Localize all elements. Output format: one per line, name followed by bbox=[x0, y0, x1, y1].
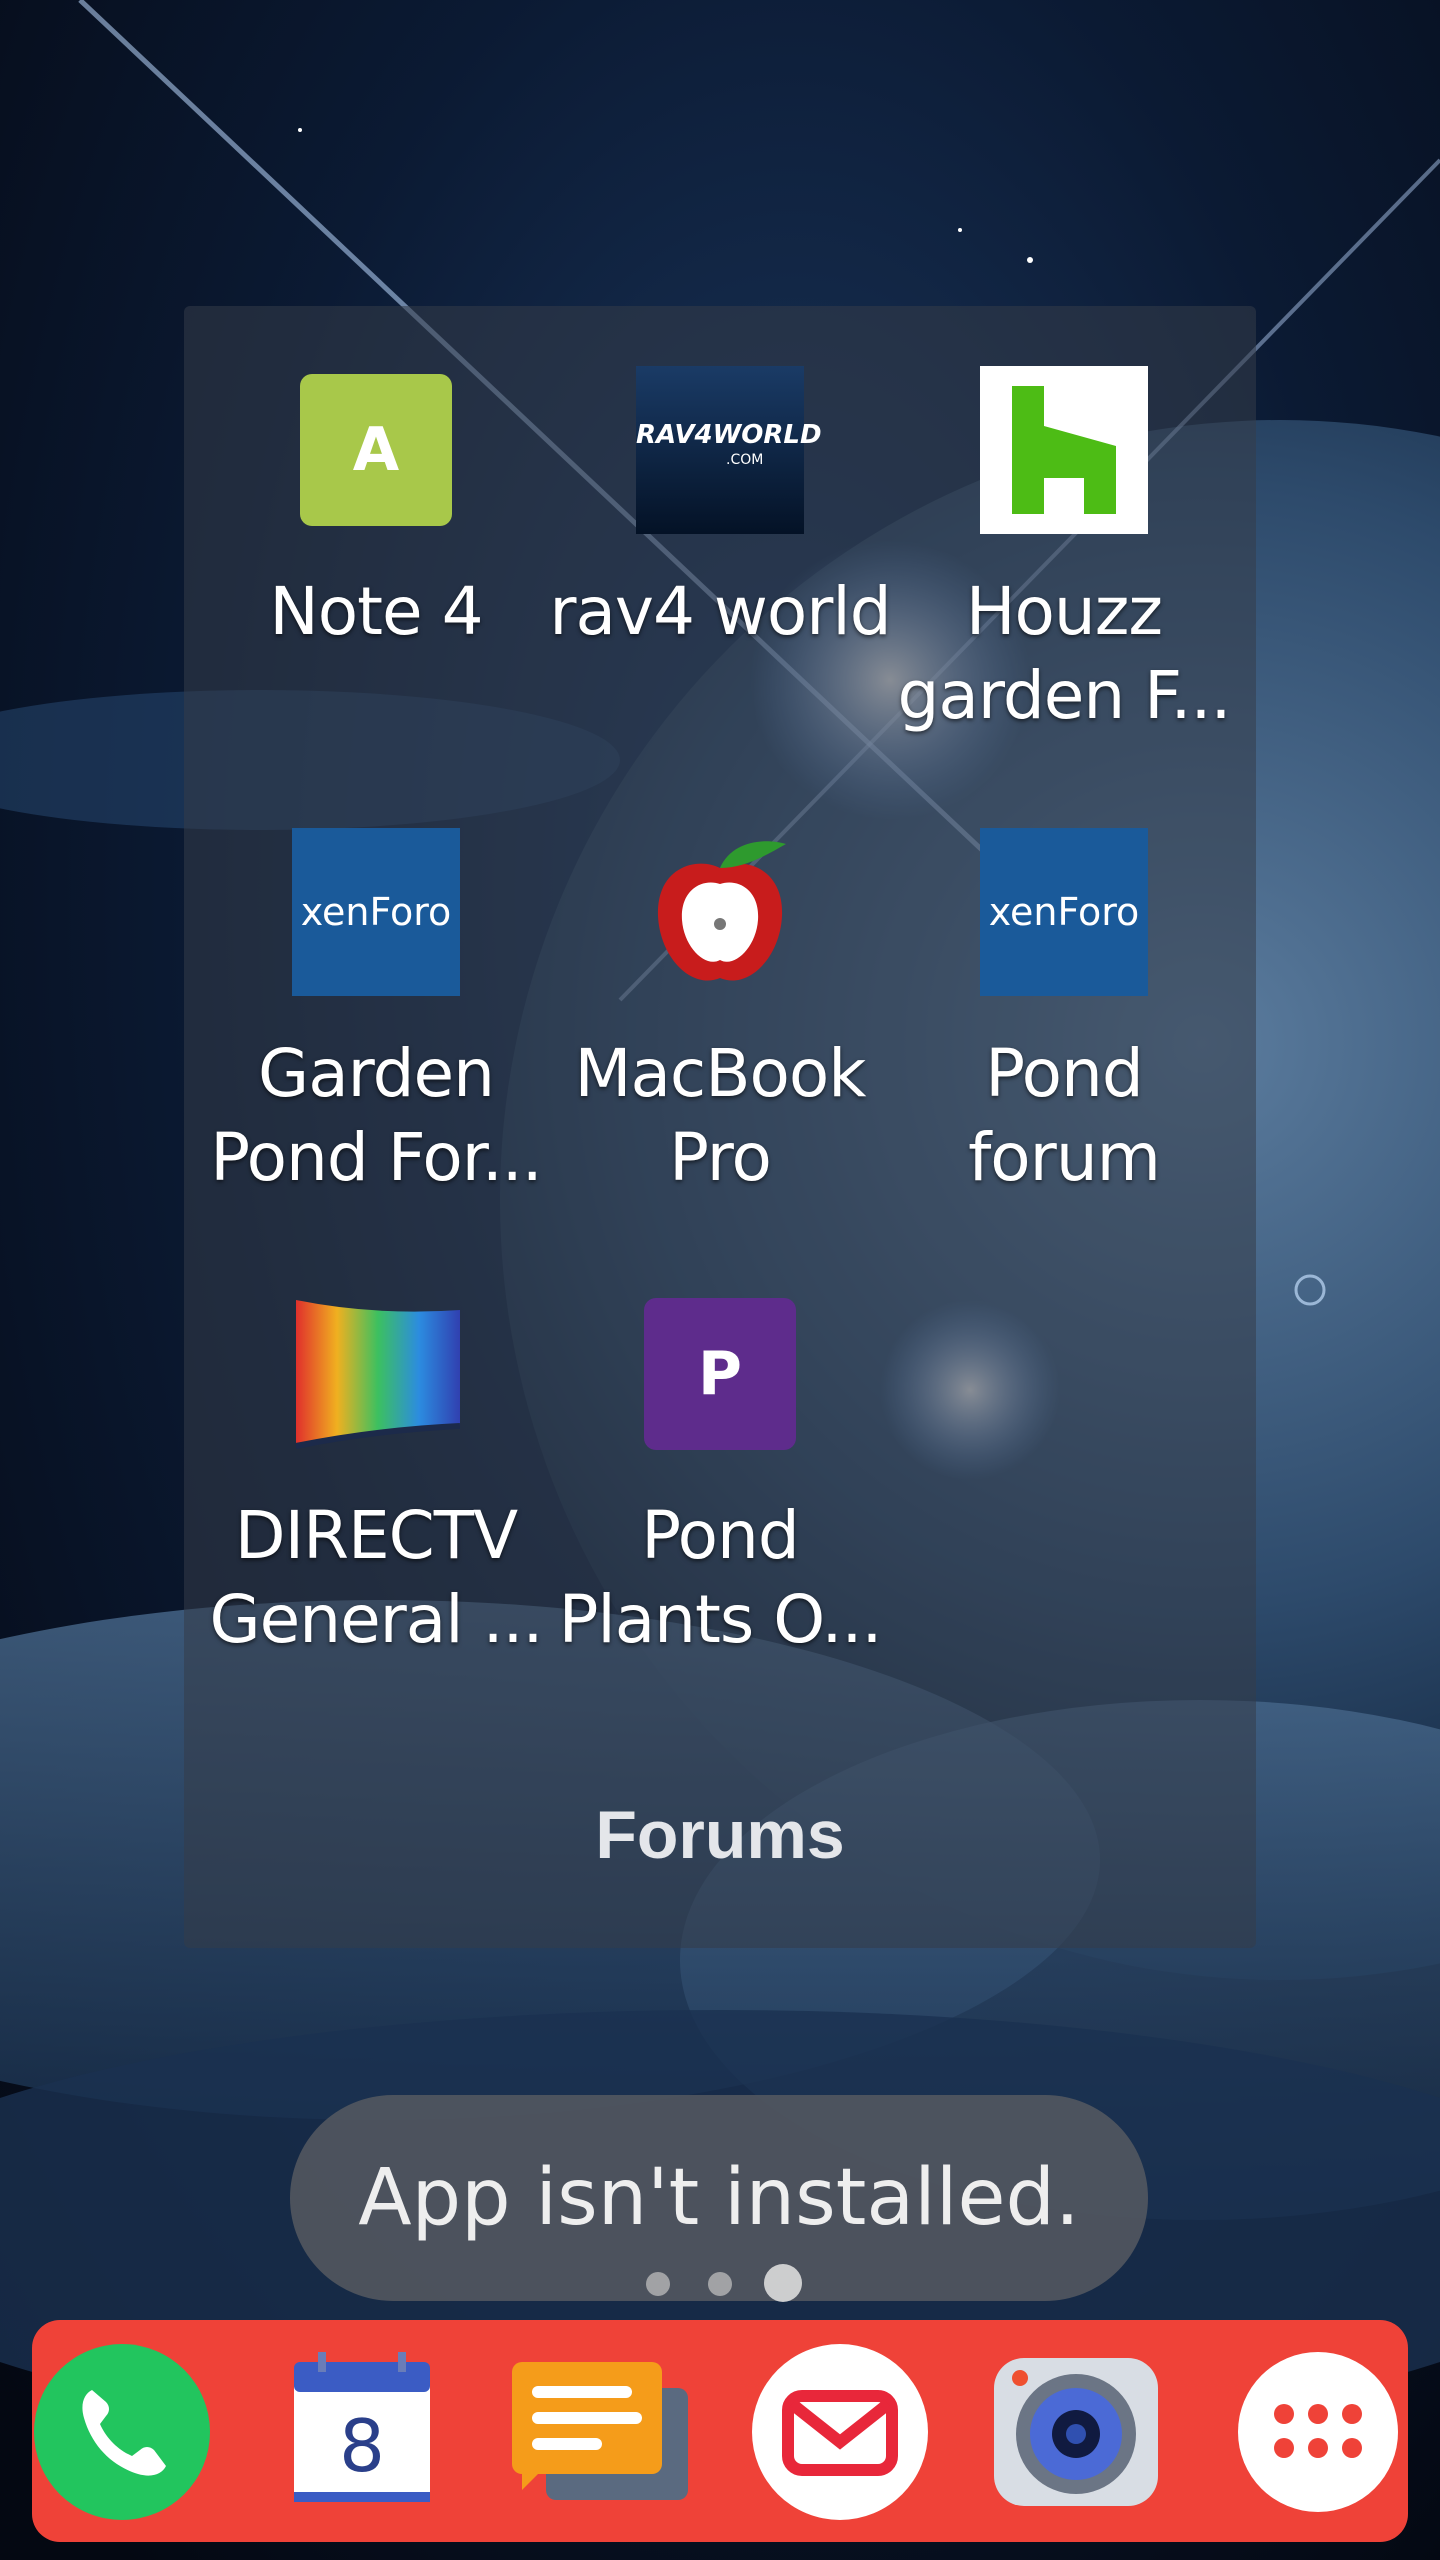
folder-forums: A Note 4 RAV4WORLD .COM rav4 world Houzz… bbox=[184, 306, 1256, 1948]
page-indicator bbox=[0, 2260, 1440, 2302]
apple-icon bbox=[636, 828, 804, 996]
app-label: rav4 world bbox=[549, 573, 891, 650]
app-label: Houzz garden F... bbox=[897, 573, 1232, 734]
rav4world-icon: RAV4WORLD .COM bbox=[636, 366, 822, 534]
dock: 8 bbox=[32, 2320, 1408, 2542]
xenforo-logo-text: xenForo bbox=[300, 890, 452, 934]
page-dot[interactable] bbox=[646, 2272, 670, 2296]
houzz-icon bbox=[980, 366, 1148, 534]
app-note-4[interactable]: A Note 4 bbox=[204, 366, 548, 654]
app-macbook-pro[interactable]: MacBook Pro bbox=[548, 828, 892, 1200]
app-pond-forum[interactable]: xenForo Pond forum bbox=[892, 828, 1236, 1200]
app-label: Garden Pond For... bbox=[210, 1035, 543, 1196]
page-dot[interactable] bbox=[708, 2272, 732, 2296]
app-pond-plants[interactable]: P Pond Plants O... bbox=[548, 1290, 892, 1662]
app-label: DIRECTV General ... bbox=[209, 1497, 543, 1658]
xenforo-icon: xenForo bbox=[292, 828, 460, 996]
rav4world-logo-sub: .COM bbox=[726, 452, 764, 468]
messages-icon[interactable] bbox=[508, 2342, 688, 2522]
letter-a-icon: A bbox=[292, 366, 460, 534]
app-directv-general[interactable]: DIRECTV General ... bbox=[204, 1290, 548, 1662]
letter-p-icon: P bbox=[636, 1290, 804, 1458]
app-label: MacBook Pro bbox=[574, 1035, 867, 1196]
xenforo-icon: xenForo bbox=[980, 828, 1148, 996]
camera-icon[interactable] bbox=[986, 2342, 1166, 2522]
directv-icon bbox=[292, 1290, 461, 1458]
folder-title[interactable]: Forums bbox=[184, 1796, 1256, 1874]
app-label: Pond forum bbox=[968, 1035, 1161, 1196]
app-label: Note 4 bbox=[269, 573, 483, 650]
rav4world-logo-text: RAV4WORLD bbox=[636, 420, 822, 450]
app-label: Pond Plants O... bbox=[558, 1497, 883, 1658]
phone-icon[interactable] bbox=[32, 2342, 212, 2522]
calendar-icon[interactable]: 8 bbox=[272, 2342, 452, 2522]
email-icon[interactable] bbox=[750, 2342, 930, 2522]
calendar-day: 8 bbox=[339, 2404, 385, 2488]
app-rav4-world[interactable]: RAV4WORLD .COM rav4 world bbox=[548, 366, 892, 654]
icon-letter: A bbox=[300, 374, 452, 526]
page-dot-active[interactable] bbox=[764, 2264, 802, 2302]
icon-letter: P bbox=[644, 1298, 796, 1450]
app-drawer-icon[interactable] bbox=[1228, 2342, 1408, 2522]
app-houzz-garden[interactable]: Houzz garden F... bbox=[892, 366, 1236, 738]
app-garden-pond-forum[interactable]: xenForo Garden Pond For... bbox=[204, 828, 548, 1200]
xenforo-logo-text: xenForo bbox=[988, 890, 1140, 934]
